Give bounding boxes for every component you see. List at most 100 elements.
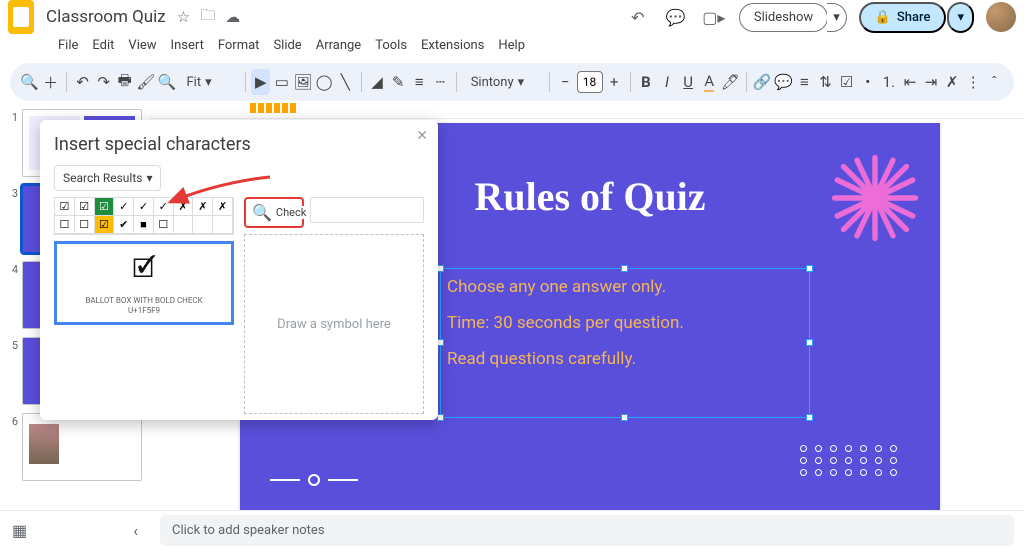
search-field[interactable]: 🔍 — [244, 197, 304, 228]
highlight-button[interactable]: 🖊 — [721, 69, 740, 95]
cloud-status-icon[interactable]: ☁ — [222, 8, 243, 26]
text-color-button[interactable]: A — [700, 69, 719, 95]
char-cell[interactable]: ☑ — [55, 198, 75, 216]
char-cell[interactable]: ✔ — [114, 216, 134, 234]
search-extra-field[interactable] — [310, 197, 424, 223]
increase-font-button[interactable]: + — [605, 69, 624, 95]
new-slide-button[interactable]: ＋ — [41, 69, 60, 95]
char-cell[interactable]: ✓ — [154, 198, 174, 216]
menu-file[interactable]: File — [52, 34, 84, 57]
chevron-down-icon: ▾ — [205, 75, 212, 90]
align-button[interactable]: ≡ — [795, 69, 814, 95]
char-cell[interactable] — [174, 216, 194, 234]
collapse-toolbar-button[interactable]: ˆ — [985, 69, 1004, 95]
char-cell[interactable] — [213, 216, 233, 234]
shape-tool-icon[interactable]: ◯ — [315, 69, 334, 95]
char-cell[interactable]: ☐ — [55, 216, 75, 234]
image-tool-icon[interactable]: 🖼 — [293, 69, 312, 95]
font-size-input[interactable] — [577, 71, 603, 93]
menu-insert[interactable]: Insert — [165, 34, 210, 57]
menu-edit[interactable]: Edit — [86, 34, 120, 57]
underline-button[interactable]: U — [679, 69, 698, 95]
char-cell[interactable]: ■ — [134, 216, 154, 234]
category-select[interactable]: Search Results ▾ — [54, 165, 161, 191]
select-tool-icon[interactable]: ▶ — [251, 69, 270, 95]
char-cell[interactable]: ☑ — [75, 198, 95, 216]
speaker-notes-input[interactable]: Click to add speaker notes — [160, 515, 1014, 546]
preview-glyph-icon: 🗹 — [132, 250, 155, 294]
textbox-tool-icon[interactable]: ▭ — [272, 69, 291, 95]
menu-arrange[interactable]: Arrange — [310, 34, 367, 57]
line-tool-icon[interactable]: ╲ — [336, 69, 355, 95]
rule-line-1[interactable]: Choose any one answer only. — [441, 269, 809, 305]
checklist-button[interactable]: ☑ — [837, 69, 856, 95]
grid-view-icon[interactable]: ▦ — [12, 521, 27, 540]
draw-symbol-area[interactable]: Draw a symbol here — [244, 234, 424, 414]
history-icon[interactable]: ↶ — [625, 4, 651, 30]
bold-button[interactable]: B — [636, 69, 655, 95]
comment-button[interactable]: 💬 — [774, 69, 793, 95]
char-cell[interactable]: ☑ — [95, 198, 115, 216]
slide-thumb-6[interactable] — [22, 413, 142, 481]
menu-format[interactable]: Format — [212, 34, 266, 57]
move-icon[interactable]: 🗀 — [197, 5, 218, 30]
char-cell[interactable]: ✗ — [193, 198, 213, 216]
special-characters-dialog: ✕ Insert special characters Search Resul… — [40, 120, 438, 420]
char-cell[interactable] — [193, 216, 213, 234]
italic-button[interactable]: I — [657, 69, 676, 95]
char-cell[interactable]: ✓ — [114, 198, 134, 216]
slideshow-button[interactable]: Slideshow — [739, 3, 828, 32]
user-avatar[interactable] — [986, 2, 1016, 32]
share-dropdown[interactable]: ▾ — [947, 2, 974, 33]
more-button[interactable]: ⋮ — [964, 69, 983, 95]
share-button[interactable]: 🔒Share — [859, 2, 947, 33]
meet-icon[interactable]: ▢▸ — [701, 4, 727, 30]
collapse-filmstrip-icon[interactable]: ‹ — [133, 521, 138, 540]
menu-extensions[interactable]: Extensions — [415, 34, 490, 57]
increase-indent-button[interactable]: ⇥ — [922, 69, 941, 95]
decrease-indent-button[interactable]: ⇤ — [900, 69, 919, 95]
paint-format-button[interactable]: 🖌 — [136, 69, 155, 95]
char-cell[interactable]: ✗ — [174, 198, 194, 216]
star-icon[interactable]: ☆ — [174, 8, 193, 26]
lock-icon: 🔒 — [875, 10, 891, 25]
char-cell[interactable]: ✗ — [213, 198, 233, 216]
bulleted-list-button[interactable]: • — [858, 69, 877, 95]
rules-text-box[interactable]: Choose any one answer only. Time: 30 sec… — [440, 268, 810, 418]
menu-view[interactable]: View — [122, 34, 162, 57]
border-dash-icon[interactable]: ┄ — [431, 69, 450, 95]
clear-format-button[interactable]: ✗ — [943, 69, 962, 95]
search-menu-icon[interactable]: 🔍 — [20, 69, 39, 95]
document-title[interactable]: Classroom Quiz — [42, 5, 170, 29]
comments-icon[interactable]: 💬 — [663, 4, 689, 30]
undo-button[interactable]: ↶ — [73, 69, 92, 95]
menu-help[interactable]: Help — [492, 34, 531, 57]
rule-line-2[interactable]: Time: 30 seconds per question. — [441, 305, 809, 341]
font-select[interactable]: Sintony ▾ — [463, 75, 543, 90]
fill-color-icon[interactable]: ◢ — [368, 69, 387, 95]
char-cell[interactable]: ☐ — [154, 216, 174, 234]
rule-line-3[interactable]: Read questions carefully. — [441, 341, 809, 377]
slideshow-dropdown[interactable]: ▾ — [827, 3, 847, 32]
char-cell[interactable]: ☐ — [75, 216, 95, 234]
char-cell-selected[interactable]: ☑ — [95, 216, 115, 234]
character-preview: 🗹 BALLOT BOX WITH BOLD CHECKU+1F5F9 — [54, 241, 234, 325]
border-color-icon[interactable]: ✎ — [389, 69, 408, 95]
print-button[interactable]: 🖶 — [115, 69, 134, 95]
zoom-tool-icon[interactable]: 🔍 — [157, 69, 176, 95]
link-button[interactable]: 🔗 — [753, 69, 772, 95]
border-weight-icon[interactable]: ≡ — [410, 69, 429, 95]
star-decoration-icon — [830, 153, 920, 243]
zoom-select[interactable]: Fit ▾ — [179, 75, 239, 90]
redo-button[interactable]: ↷ — [94, 69, 113, 95]
close-icon[interactable]: ✕ — [416, 128, 428, 144]
title-bar: Classroom Quiz ☆ 🗀 ☁ ↶ 💬 ▢▸ Slideshow ▾ … — [0, 0, 1024, 34]
line-spacing-button[interactable]: ⇅ — [816, 69, 835, 95]
search-input[interactable] — [276, 206, 314, 219]
char-cell[interactable]: ✓ — [134, 198, 154, 216]
numbered-list-button[interactable]: 1. — [879, 69, 898, 95]
slide-title[interactable]: Rules of Quiz — [474, 173, 705, 220]
decrease-font-button[interactable]: − — [555, 69, 574, 95]
menu-tools[interactable]: Tools — [369, 34, 413, 57]
menu-slide[interactable]: Slide — [267, 34, 307, 57]
